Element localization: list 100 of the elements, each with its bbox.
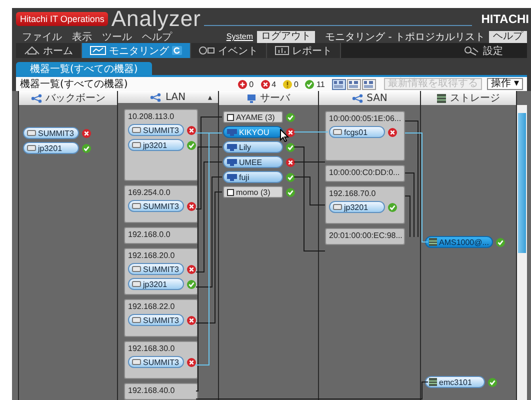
column-header[interactable]: サーバ bbox=[219, 91, 318, 105]
group-title: 169.254.0.0 bbox=[128, 188, 172, 197]
scrollbar[interactable] bbox=[517, 105, 527, 400]
device-node[interactable]: SUMMIT3 bbox=[128, 356, 184, 368]
view-toggle-button[interactable] bbox=[332, 78, 346, 90]
home-icon bbox=[24, 46, 40, 55]
menu-item[interactable]: 表示 bbox=[72, 30, 92, 44]
network-icon bbox=[352, 94, 363, 102]
subnet-group-box[interactable]: 192.168.20.0 SUMMIT3 jp3201 bbox=[124, 248, 198, 295]
sort-indicator[interactable]: ▴ bbox=[208, 92, 212, 102]
header-button[interactable]: ログアウト bbox=[257, 30, 316, 42]
group-title: 192.168.70.0 bbox=[329, 189, 377, 198]
list-title: 機器一覧(すべての機器) bbox=[20, 78, 128, 91]
device-node[interactable]: SUMMIT3 bbox=[23, 127, 79, 139]
server-node[interactable]: fuji bbox=[223, 171, 283, 183]
server-icon bbox=[227, 128, 237, 136]
warning-status-icon bbox=[283, 80, 292, 88]
subnet-group-box[interactable]: 169.254.0.0 SUMMIT3 bbox=[124, 185, 198, 223]
header-button[interactable]: ヘルプ bbox=[489, 30, 527, 42]
host-node[interactable]: AYAME (3) bbox=[223, 111, 283, 123]
network-icon bbox=[30, 94, 42, 102]
device-node[interactable]: jp3201 bbox=[329, 201, 385, 213]
device-node[interactable]: SUMMIT3 bbox=[128, 314, 184, 326]
group-title: 192.168.20.0 bbox=[128, 251, 176, 260]
report-icon bbox=[275, 46, 289, 55]
action-dropdown[interactable]: 操作 ▾ bbox=[486, 78, 523, 90]
status-count: 0 bbox=[249, 80, 254, 88]
storage-node[interactable]: emc3101 bbox=[425, 376, 485, 388]
mouse-cursor-icon bbox=[280, 129, 289, 142]
switch-icon bbox=[333, 204, 342, 210]
view-toggle-button[interactable] bbox=[346, 78, 361, 90]
status-count: 11 bbox=[316, 80, 325, 88]
group-title: 20:01:00:00:EC:98... bbox=[329, 231, 401, 240]
critical-status-icon bbox=[238, 80, 248, 88]
breadcrumb-text: モニタリング - トポロジカルリスト bbox=[325, 30, 485, 44]
monitor-icon bbox=[90, 46, 106, 55]
refresh-icon[interactable] bbox=[172, 46, 182, 55]
storage-icon bbox=[429, 238, 437, 246]
nav-tab[interactable]: イベント bbox=[191, 43, 267, 58]
column-header[interactable]: ストレージ bbox=[421, 91, 516, 105]
device-node[interactable]: jp3201 bbox=[23, 142, 79, 154]
storage-node[interactable]: AMS1000@... bbox=[425, 236, 493, 248]
switch-icon bbox=[132, 203, 141, 209]
error-status-icon bbox=[260, 80, 270, 88]
column-header[interactable]: SAN bbox=[319, 91, 420, 105]
group-title: 10:00:00:05:1E:06... bbox=[329, 114, 401, 123]
server-icon bbox=[227, 144, 237, 150]
subnet-group-box[interactable]: 10:00:00:05:1E:06... fcgs01 bbox=[325, 111, 405, 161]
event-icon bbox=[199, 46, 215, 55]
subnet-group-box[interactable]: 192.168.40.0 bbox=[124, 383, 198, 400]
group-title: 10:00:00:C0:DD:0... bbox=[329, 168, 401, 177]
switch-icon bbox=[333, 129, 342, 135]
server-node[interactable]: UMEE bbox=[223, 156, 283, 168]
storage-icon bbox=[429, 378, 437, 386]
device-node[interactable]: jp3201 bbox=[128, 278, 184, 290]
device-node[interactable]: SUMMIT3 bbox=[128, 200, 184, 212]
device-node[interactable]: fcgs01 bbox=[329, 126, 385, 138]
subnet-group-box[interactable]: 192.168.70.0 jp3201 bbox=[325, 186, 405, 224]
server-node[interactable]: Lily bbox=[223, 141, 283, 153]
server-icon bbox=[227, 174, 237, 180]
host-icon bbox=[227, 188, 234, 196]
subnet-group-box[interactable]: 10.208.113.0 SUMMIT3 jp3201 bbox=[124, 109, 198, 181]
subnet-group-box[interactable]: 192.168.0.0 bbox=[124, 227, 198, 244]
subnet-group-box[interactable]: 192.168.30.0 SUMMIT3 bbox=[124, 341, 198, 379]
nav-tab[interactable]: レポート bbox=[267, 43, 341, 58]
host-node[interactable]: momo (3) bbox=[223, 186, 283, 198]
status-count: 0 bbox=[294, 80, 298, 88]
nav-tab[interactable]: ホーム bbox=[16, 43, 82, 58]
view-toggle-button[interactable] bbox=[362, 78, 376, 90]
device-node[interactable]: SUMMIT3 bbox=[128, 124, 184, 136]
column-header[interactable]: バックボーン bbox=[19, 91, 117, 105]
group-title: 192.168.22.0 bbox=[128, 302, 176, 311]
subnet-group-box[interactable]: 20:01:00:00:EC:98... bbox=[325, 228, 405, 245]
menu-item[interactable]: ファイル bbox=[22, 30, 62, 44]
storage-icon bbox=[437, 94, 446, 102]
brand-logo: HITACHI bbox=[481, 12, 529, 26]
device-node[interactable]: SUMMIT3 bbox=[128, 263, 184, 275]
switch-icon bbox=[132, 359, 141, 365]
settings-button[interactable]: 設定 bbox=[456, 43, 511, 58]
check-status-icon bbox=[305, 80, 314, 88]
device-node[interactable]: jp3201 bbox=[128, 139, 184, 151]
group-title: 192.168.30.0 bbox=[128, 344, 176, 353]
status-count: 4 bbox=[272, 80, 276, 88]
server-icon bbox=[227, 158, 237, 166]
host-icon bbox=[227, 114, 234, 120]
menu-item[interactable]: ヘルプ bbox=[142, 30, 172, 44]
menu-item[interactable]: ツール bbox=[102, 30, 132, 44]
switch-icon bbox=[132, 317, 141, 323]
subnet-group-box[interactable]: 192.168.22.0 SUMMIT3 bbox=[124, 299, 198, 337]
server-icon bbox=[247, 94, 256, 102]
column-header[interactable]: LAN ▴ bbox=[118, 91, 218, 103]
nav-tab[interactable]: モニタリング bbox=[82, 43, 191, 58]
network-icon bbox=[150, 92, 162, 102]
group-title: 10.208.113.0 bbox=[128, 112, 176, 121]
view-tab[interactable]: 機器一覧(すべての機器) bbox=[16, 62, 152, 75]
product-badge: Hitachi IT Operations bbox=[16, 12, 108, 26]
subnet-group-box[interactable]: 10:00:00:C0:DD:0... bbox=[325, 165, 405, 182]
group-title: 192.168.0.0 bbox=[128, 230, 172, 239]
group-title: 192.168.40.0 bbox=[128, 386, 176, 395]
system-link[interactable]: System bbox=[226, 32, 254, 41]
